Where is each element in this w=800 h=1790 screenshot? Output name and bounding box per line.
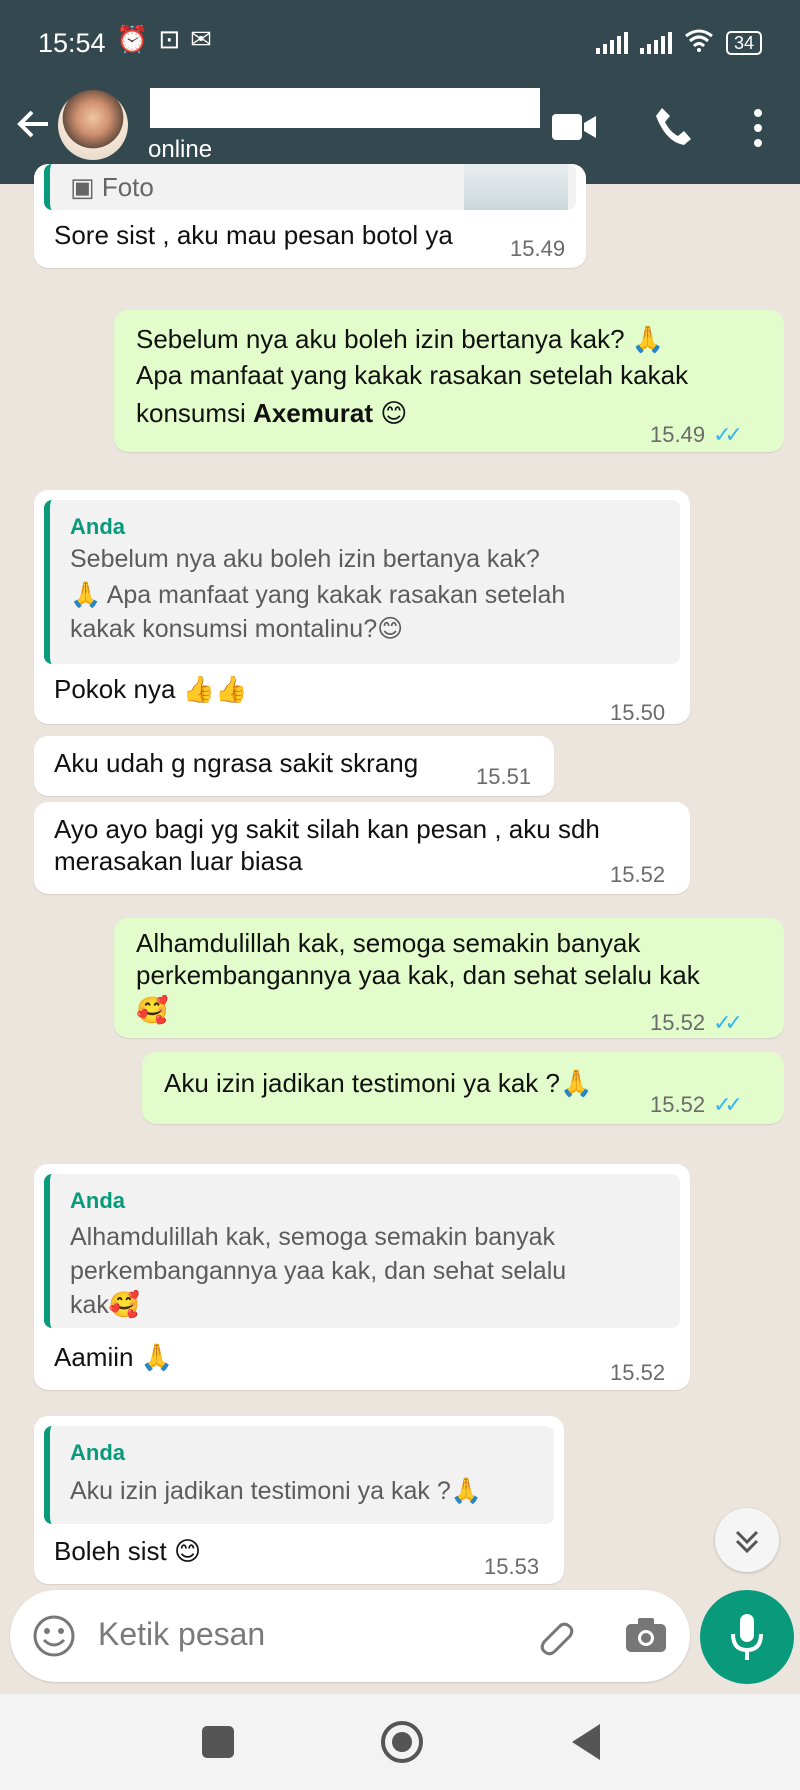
message-time: 15.50: [610, 700, 666, 725]
quoted-message: Anda Sebelum nya aku boleh izin bertanya…: [44, 500, 680, 664]
message-time: 15.52: [650, 1010, 706, 1035]
smiling-hearts-emoji-icon: 🥰: [108, 1290, 141, 1319]
quote-line: Alhamdulillah kak, semoga semakin banyak: [70, 1223, 555, 1251]
contact-status: online: [148, 136, 213, 163]
message-bubble-incoming[interactable]: Anda Sebelum nya aku boleh izin bertanya…: [34, 490, 690, 725]
thumbs-up-emoji-icon: 👍👍: [182, 675, 248, 705]
double-check-icon: ✓✓: [713, 1010, 743, 1035]
quote-media-label: Foto: [101, 172, 154, 202]
message-text: Aamiin: [54, 1342, 134, 1372]
quote-line: Sebelum nya aku boleh izin bertanya kak?: [70, 545, 540, 573]
status-bar: 15:54 ⏰ ⊡ ✉ 34: [0, 0, 800, 88]
message-time: 15.52: [650, 1092, 706, 1117]
circle-icon[interactable]: [380, 1720, 424, 1764]
message-bubble-outgoing[interactable]: Alhamdulillah kak, semoga semakin banyak…: [114, 918, 784, 1038]
message-bubble-incoming[interactable]: Anda Alhamdulillah kak, semoga semakin b…: [34, 1164, 690, 1390]
pray-emoji-icon: 🙏: [559, 1069, 593, 1099]
emoji-icon[interactable]: [32, 1614, 76, 1663]
signal-icon-2: [639, 32, 672, 54]
quote-author: Anda: [70, 1440, 125, 1465]
arrow-left-icon[interactable]: [14, 104, 54, 152]
square-icon[interactable]: [202, 1726, 234, 1758]
triangle-icon[interactable]: [570, 1722, 602, 1767]
message-line: perkembangannya yaa kak, dan sehat selal…: [136, 960, 700, 990]
more-vert-icon[interactable]: [752, 108, 764, 153]
message-time: 15.51: [476, 764, 532, 789]
double-check-icon: ✓✓: [713, 1092, 743, 1117]
message-line: Apa manfaat yang kakak rasakan setelah k…: [136, 360, 689, 390]
message-composer[interactable]: Ketik pesan: [10, 1590, 690, 1682]
message-time: 15.49: [510, 236, 566, 261]
message-input[interactable]: Ketik pesan: [98, 1616, 265, 1653]
quote-line: perkembangannya yaa kak, dan sehat selal…: [70, 1257, 567, 1285]
smile-emoji-icon: 😊: [173, 1537, 202, 1567]
message-text: Aku izin jadikan testimoni ya kak ?: [164, 1068, 560, 1098]
message-line: Alhamdulillah kak, semoga semakin banyak: [136, 928, 641, 958]
quote-author: Anda: [70, 514, 125, 539]
double-check-icon: ✓✓: [713, 422, 743, 447]
avatar[interactable]: [58, 90, 128, 160]
mic-icon: [731, 1614, 763, 1660]
photo-thumbnail: [464, 164, 568, 210]
system-nav-bar: [0, 1694, 800, 1790]
message-time: 15.52: [610, 862, 666, 887]
product-name: Axemurat: [253, 398, 373, 428]
message-bubble-outgoing[interactable]: Aku izin jadikan testimoni ya kak ?🙏 15.…: [142, 1052, 784, 1124]
message-line: Sebelum nya aku boleh izin bertanya kak?: [136, 324, 625, 354]
smile-emoji-icon: 😊: [380, 399, 408, 429]
quoted-message: Anda Alhamdulillah kak, semoga semakin b…: [44, 1174, 680, 1328]
status-notification-icons: ⏰ ⊡ ✉: [116, 24, 212, 55]
pray-emoji-icon: 🙏: [631, 325, 665, 355]
double-chevron-down-icon: [735, 1530, 759, 1554]
quote-line: Aku izin jadikan testimoni ya kak ?: [70, 1477, 451, 1505]
message-line: merasakan luar biasa: [54, 846, 303, 876]
scroll-to-bottom-button[interactable]: [715, 1508, 779, 1572]
quote-line: kakak konsumsi montalinu?: [70, 615, 378, 643]
message-text: Sore sist , aku mau pesan botol ya: [54, 220, 453, 250]
quoted-message: Anda Aku izin jadikan testimoni ya kak ?…: [44, 1426, 554, 1524]
message-time: 15.49: [650, 422, 706, 447]
image-icon: ▣: [70, 172, 95, 202]
quoted-photo: ▣ Foto: [44, 164, 576, 210]
paperclip-icon[interactable]: [532, 1614, 576, 1663]
signal-icon: [595, 32, 628, 54]
message-bubble-incoming[interactable]: ▣ Foto Sore sist , aku mau pesan botol y…: [34, 164, 586, 268]
camera-icon[interactable]: [624, 1616, 668, 1659]
message-bubble-incoming[interactable]: Aku udah g ngrasa sakit skrang 15.51: [34, 736, 554, 796]
message-line: Ayo ayo bagi yg sakit silah kan pesan , …: [54, 814, 600, 844]
status-right-icons: 34: [595, 28, 762, 58]
message-line: konsumsi: [136, 398, 254, 428]
battery-icon: 34: [725, 31, 762, 55]
chat-area[interactable]: ▣ Foto Sore sist , aku mau pesan botol y…: [0, 164, 800, 1584]
pray-emoji-icon: 🙏: [70, 580, 102, 609]
smiling-hearts-emoji-icon: 🥰: [136, 996, 169, 1026]
mic-button[interactable]: [700, 1590, 794, 1684]
status-time: 15:54: [38, 28, 106, 58]
message-text: Pokok nya: [54, 674, 176, 704]
quote-line: kak: [70, 1291, 109, 1319]
message-bubble-incoming[interactable]: Ayo ayo bagi yg sakit silah kan pesan , …: [34, 802, 690, 894]
contact-name-redacted[interactable]: [150, 88, 540, 128]
message-text: Boleh sist: [54, 1536, 167, 1566]
message-time: 15.53: [484, 1554, 540, 1579]
video-call-icon[interactable]: [552, 112, 596, 147]
smile-emoji-icon: 😊: [377, 614, 404, 643]
alarm-off-icon: ⏰: [116, 24, 149, 54]
message-bubble-outgoing[interactable]: Sebelum nya aku boleh izin bertanya kak?…: [114, 310, 784, 452]
message-bubble-incoming[interactable]: Anda Aku izin jadikan testimoni ya kak ?…: [34, 1416, 564, 1584]
phone-call-icon[interactable]: [654, 106, 692, 151]
pray-emoji-icon: 🙏: [450, 1476, 482, 1505]
quote-author: Anda: [70, 1188, 125, 1213]
wifi-icon: [684, 28, 714, 58]
message-text: Aku udah g ngrasa sakit skrang: [54, 748, 419, 778]
nfc-icon: ⊡: [158, 24, 181, 54]
message-time: 15.52: [610, 1360, 666, 1385]
gmail-icon: ✉: [190, 24, 212, 54]
quote-line: Apa manfaat yang kakak rasakan setelah: [106, 581, 566, 609]
pray-emoji-icon: 🙏: [140, 1343, 174, 1373]
